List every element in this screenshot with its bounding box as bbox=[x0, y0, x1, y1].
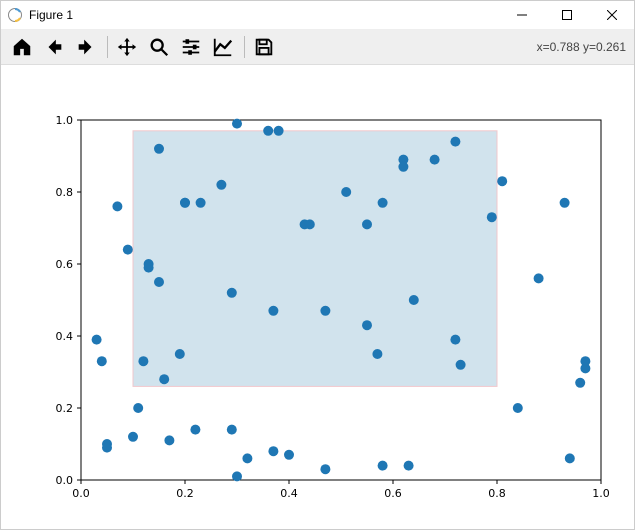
minimize-button[interactable] bbox=[499, 1, 544, 29]
zoom-icon bbox=[148, 36, 170, 58]
toolbar: x=0.788 y=0.261 bbox=[1, 30, 634, 65]
x-tick-label: 0.4 bbox=[280, 487, 298, 500]
scatter-point bbox=[102, 443, 112, 453]
scatter-point bbox=[123, 245, 133, 255]
move-icon bbox=[116, 36, 138, 58]
scatter-point bbox=[560, 198, 570, 208]
x-tick-label: 0.0 bbox=[72, 487, 90, 500]
scatter-point bbox=[159, 374, 169, 384]
y-tick-label: 0.0 bbox=[56, 474, 74, 487]
forward-button[interactable] bbox=[71, 32, 101, 62]
x-tick-label: 0.2 bbox=[176, 487, 194, 500]
scatter-point bbox=[190, 425, 200, 435]
scatter-point bbox=[164, 435, 174, 445]
scatter-point bbox=[580, 356, 590, 366]
y-tick-label: 0.6 bbox=[56, 258, 74, 271]
scatter-point bbox=[227, 425, 237, 435]
arrow-right-icon bbox=[75, 36, 97, 58]
scatter-point bbox=[575, 378, 585, 388]
y-tick-label: 0.8 bbox=[56, 186, 74, 199]
scatter-point bbox=[362, 320, 372, 330]
x-tick-label: 0.8 bbox=[488, 487, 506, 500]
scatter-point bbox=[268, 446, 278, 456]
configure-button[interactable] bbox=[176, 32, 206, 62]
figure-window: Figure 1 bbox=[0, 0, 635, 530]
scatter-point bbox=[133, 403, 143, 413]
scatter-point bbox=[450, 137, 460, 147]
app-icon bbox=[7, 7, 23, 23]
scatter-point bbox=[263, 126, 273, 136]
scatter-point bbox=[305, 219, 315, 229]
plot-area[interactable]: 0.0 0.2 0.4 0.6 0.8 1.0 0.0 0.2 0.4 0.6 0.8 1.0 bbox=[1, 65, 634, 529]
y-tick-label: 0.2 bbox=[56, 402, 74, 415]
zoom-button[interactable] bbox=[144, 32, 174, 62]
scatter-plot: 0.0 0.2 0.4 0.6 0.8 1.0 0.0 0.2 0.4 0.6 0.8 1.0 bbox=[1, 65, 634, 530]
scatter-point bbox=[534, 273, 544, 283]
maximize-button[interactable] bbox=[544, 1, 589, 29]
scatter-point bbox=[513, 403, 523, 413]
scatter-point bbox=[112, 201, 122, 211]
scatter-point bbox=[487, 212, 497, 222]
scatter-point bbox=[180, 198, 190, 208]
arrow-left-icon bbox=[43, 36, 65, 58]
save-icon bbox=[253, 36, 275, 58]
scatter-point bbox=[128, 432, 138, 442]
scatter-point bbox=[378, 461, 388, 471]
scatter-point bbox=[565, 453, 575, 463]
toolbar-separator bbox=[107, 36, 108, 58]
window-title: Figure 1 bbox=[29, 8, 73, 22]
scatter-point bbox=[450, 335, 460, 345]
home-icon bbox=[11, 36, 33, 58]
close-button[interactable] bbox=[589, 1, 634, 29]
scatter-point bbox=[268, 306, 278, 316]
scatter-point bbox=[409, 295, 419, 305]
save-button[interactable] bbox=[249, 32, 279, 62]
scatter-point bbox=[372, 349, 382, 359]
toolbar-separator bbox=[244, 36, 245, 58]
scatter-point bbox=[320, 464, 330, 474]
edit-button[interactable] bbox=[208, 32, 238, 62]
home-button[interactable] bbox=[7, 32, 37, 62]
scatter-point bbox=[284, 450, 294, 460]
y-tick-label: 0.4 bbox=[56, 330, 74, 343]
chart-line-icon bbox=[212, 36, 234, 58]
cursor-coords: x=0.788 y=0.261 bbox=[537, 40, 628, 54]
scatter-point bbox=[378, 198, 388, 208]
scatter-point bbox=[320, 306, 330, 316]
scatter-point bbox=[404, 461, 414, 471]
scatter-point bbox=[227, 288, 237, 298]
scatter-point bbox=[97, 356, 107, 366]
scatter-point bbox=[144, 263, 154, 273]
x-tick-label: 1.0 bbox=[592, 487, 610, 500]
x-tick-label: 0.6 bbox=[384, 487, 402, 500]
sliders-icon bbox=[180, 36, 202, 58]
scatter-point bbox=[232, 119, 242, 129]
scatter-point bbox=[341, 187, 351, 197]
titlebar: Figure 1 bbox=[1, 1, 634, 30]
scatter-point bbox=[92, 335, 102, 345]
scatter-point bbox=[274, 126, 284, 136]
scatter-point bbox=[154, 277, 164, 287]
scatter-point bbox=[430, 155, 440, 165]
scatter-point bbox=[232, 471, 242, 481]
scatter-point bbox=[138, 356, 148, 366]
pan-button[interactable] bbox=[112, 32, 142, 62]
scatter-point bbox=[216, 180, 226, 190]
scatter-point bbox=[175, 349, 185, 359]
back-button[interactable] bbox=[39, 32, 69, 62]
scatter-point bbox=[456, 360, 466, 370]
scatter-point bbox=[398, 162, 408, 172]
scatter-point bbox=[497, 176, 507, 186]
scatter-point bbox=[362, 219, 372, 229]
scatter-point bbox=[154, 144, 164, 154]
scatter-point bbox=[242, 453, 252, 463]
scatter-point bbox=[196, 198, 206, 208]
y-tick-label: 1.0 bbox=[56, 114, 74, 127]
selection-rectangle bbox=[133, 131, 497, 387]
